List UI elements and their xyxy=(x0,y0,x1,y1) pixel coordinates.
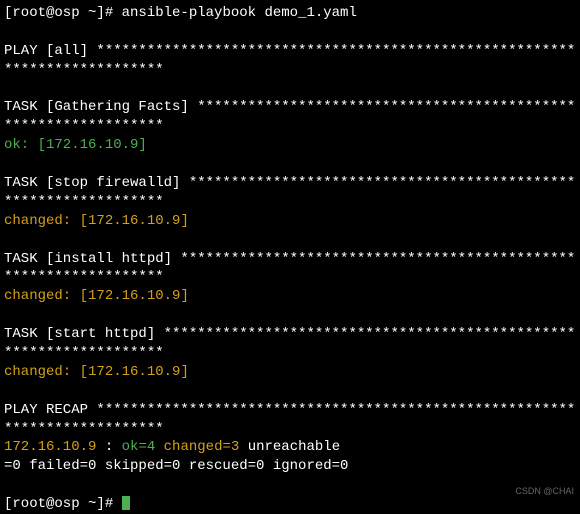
blank-line xyxy=(4,80,576,99)
task-start-httpd-header-2: ******************* xyxy=(4,344,576,363)
task-stop-firewalld-header-2: ******************* xyxy=(4,193,576,212)
task-start-httpd-header-1: TASK [start httpd] *********************… xyxy=(4,325,576,344)
recap-unreachable: unreachable xyxy=(248,439,340,455)
task-install-httpd-status: changed: [172.16.10.9] xyxy=(4,287,576,306)
watermark-text: CSDN @CHAI xyxy=(515,485,574,497)
recap-gap1 xyxy=(155,439,163,455)
task-start-httpd-status: changed: [172.16.10.9] xyxy=(4,363,576,382)
status-host: [172.16.10.9] xyxy=(80,364,189,380)
blank-line xyxy=(4,155,576,174)
recap-gap2 xyxy=(239,439,247,455)
task-install-httpd-header-2: ******************* xyxy=(4,268,576,287)
status-host: [172.16.10.9] xyxy=(80,213,189,229)
play-recap-header-2: ******************* xyxy=(4,420,576,439)
recap-spacer: : xyxy=(96,439,121,455)
task-stop-firewalld-header-1: TASK [stop firewalld] ******************… xyxy=(4,174,576,193)
status-changed-label: changed: xyxy=(4,213,80,229)
cursor-icon xyxy=(122,496,130,510)
play-recap-header-1: PLAY RECAP *****************************… xyxy=(4,401,576,420)
command-text: ansible-playbook demo_1.yaml xyxy=(122,5,357,21)
blank-line xyxy=(4,23,576,42)
command-line: [root@osp ~]# ansible-playbook demo_1.ya… xyxy=(4,4,576,23)
play-header-2: ******************* xyxy=(4,61,576,80)
play-recap-summary-2: =0 failed=0 skipped=0 rescued=0 ignored=… xyxy=(4,457,576,476)
recap-ok: ok=4 xyxy=(122,439,156,455)
recap-host: 172.16.10.9 xyxy=(4,439,96,455)
status-host: [172.16.10.9] xyxy=(80,288,189,304)
final-prompt-line[interactable]: [root@osp ~]# xyxy=(4,495,576,514)
task-install-httpd-header-1: TASK [install httpd] *******************… xyxy=(4,250,576,269)
recap-changed: changed=3 xyxy=(164,439,240,455)
blank-line xyxy=(4,382,576,401)
status-changed-label: changed: xyxy=(4,364,80,380)
task-gathering-header-2: ******************* xyxy=(4,117,576,136)
blank-line xyxy=(4,306,576,325)
play-recap-summary-1: 172.16.10.9 : ok=4 changed=3 unreachable xyxy=(4,438,576,457)
blank-line xyxy=(4,476,576,495)
play-header-1: PLAY [all] *****************************… xyxy=(4,42,576,61)
task-stop-firewalld-status: changed: [172.16.10.9] xyxy=(4,212,576,231)
task-gathering-header-1: TASK [Gathering Facts] *****************… xyxy=(4,98,576,117)
blank-line xyxy=(4,231,576,250)
shell-prompt: [root@osp ~]# xyxy=(4,5,122,21)
status-changed-label: changed: xyxy=(4,288,80,304)
shell-prompt: [root@osp ~]# xyxy=(4,496,122,512)
task-gathering-status: ok: [172.16.10.9] xyxy=(4,136,576,155)
